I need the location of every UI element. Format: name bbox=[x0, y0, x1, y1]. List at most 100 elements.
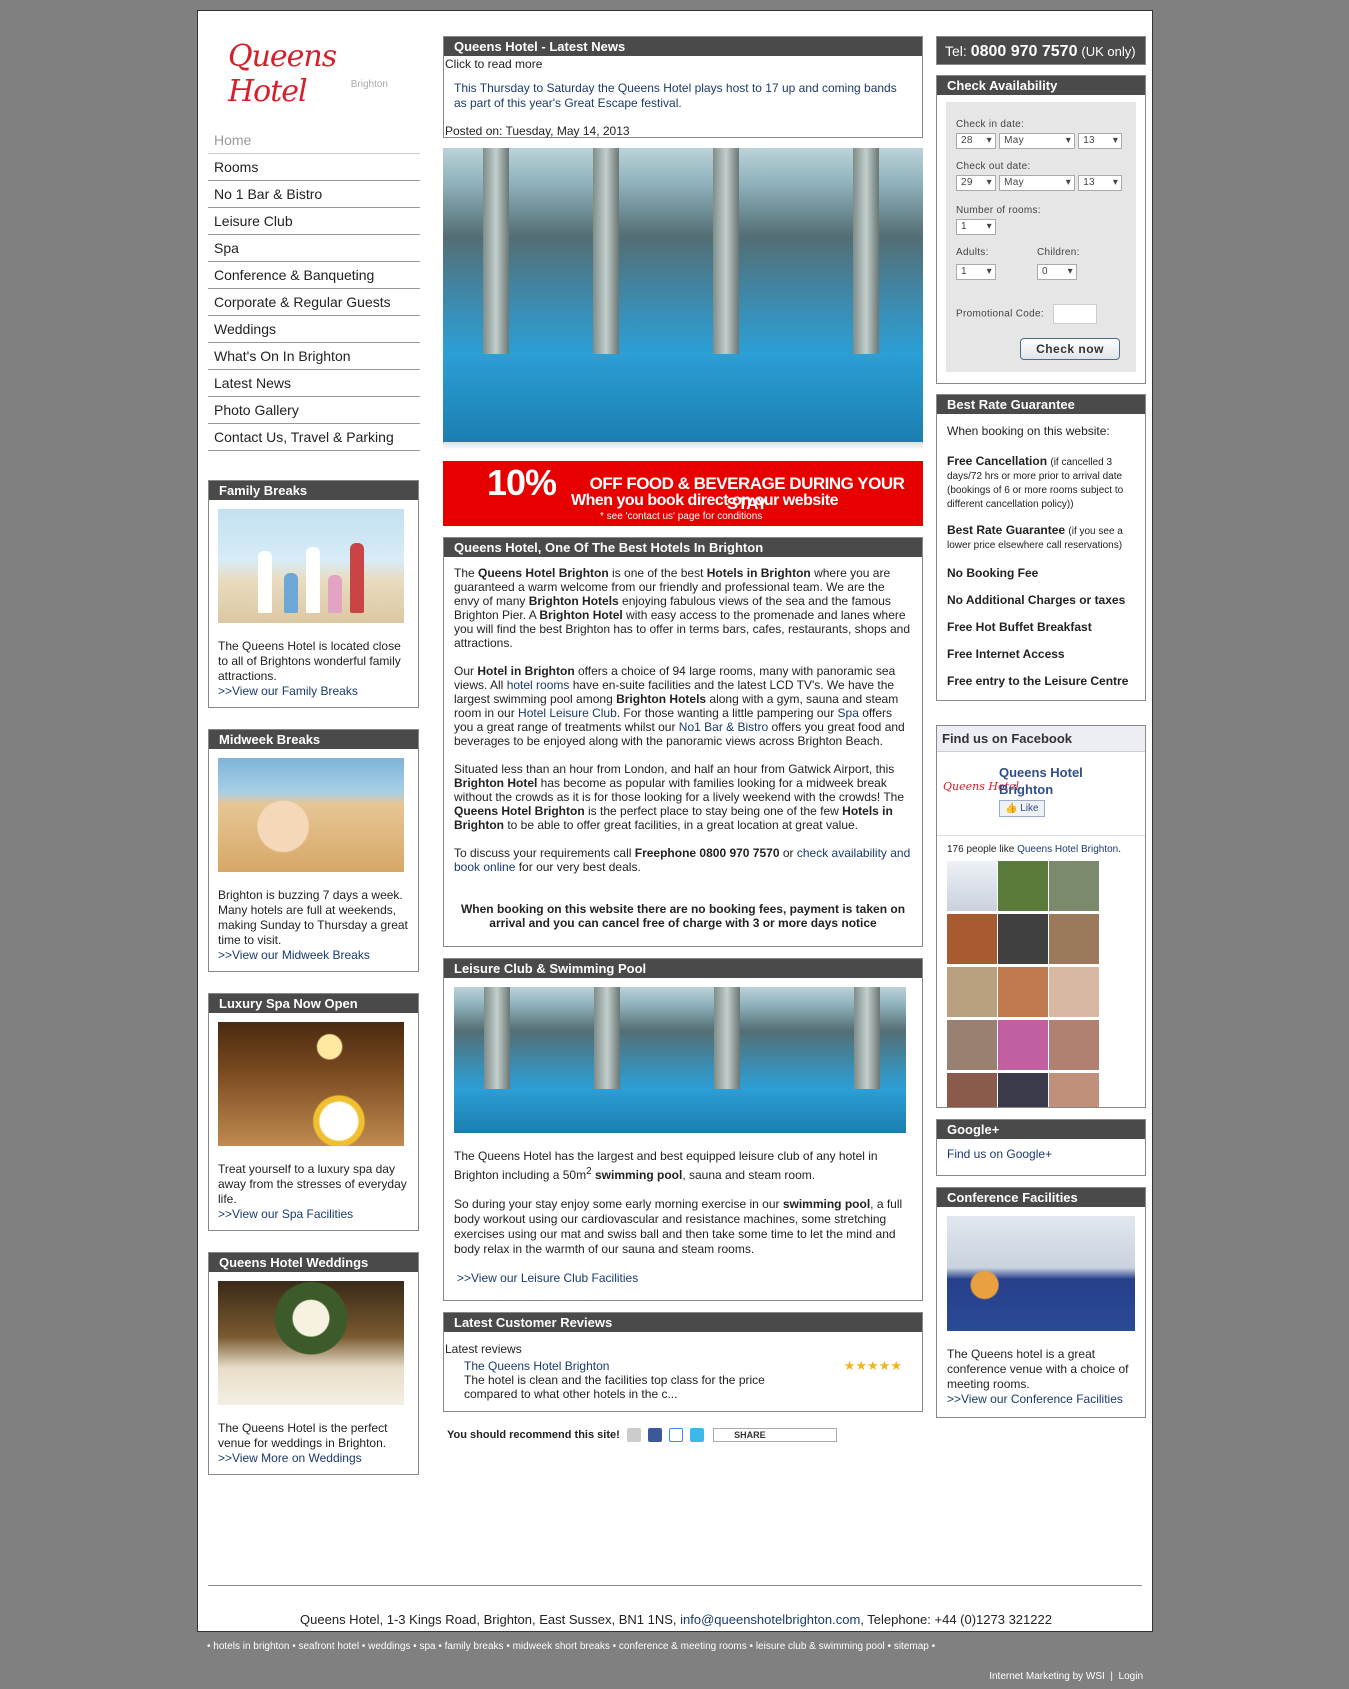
facebook-faces bbox=[937, 861, 1145, 1107]
fan-avatar[interactable] bbox=[947, 1020, 997, 1070]
fan-avatar[interactable] bbox=[947, 967, 997, 1017]
nav-leisure-club[interactable]: Leisure Club bbox=[208, 208, 420, 235]
spa-text: Treat yourself to a luxury spa day away … bbox=[218, 1162, 407, 1206]
nav-photo-gallery[interactable]: Photo Gallery bbox=[208, 397, 420, 424]
weddings-box: Queens Hotel Weddings The Queens Hotel i… bbox=[208, 1252, 419, 1475]
review-item: The Queens Hotel Brighton ★★★★★ The hote… bbox=[464, 1358, 922, 1402]
google-plus-link[interactable]: Find us on Google+ bbox=[947, 1147, 1052, 1161]
checkout-label: Check out date: bbox=[956, 161, 1031, 172]
weddings-title: Queens Hotel Weddings bbox=[209, 1253, 418, 1272]
review-name-link[interactable]: The Queens Hotel Brighton bbox=[464, 1359, 609, 1373]
check-now-button[interactable]: Check now bbox=[1020, 338, 1120, 360]
about-paragraph-4: To discuss your requirements call Freeph… bbox=[454, 846, 911, 874]
children-label: Children: bbox=[1037, 247, 1080, 258]
checkin-day-select[interactable]: 28 bbox=[956, 133, 996, 149]
spa-title: Luxury Spa Now Open bbox=[209, 994, 418, 1013]
footer-credits: Internet Marketing by WSI | Login bbox=[989, 1671, 1143, 1682]
footer-email-link[interactable]: info@queenshotelbrighton.com bbox=[680, 1612, 860, 1627]
spa-inline-link[interactable]: Spa bbox=[838, 706, 859, 720]
fan-avatar[interactable] bbox=[947, 914, 997, 964]
google-icon[interactable] bbox=[668, 1428, 683, 1442]
checkin-month-select[interactable]: May bbox=[999, 133, 1076, 149]
hotel-logo[interactable]: Queens Hotel Brighton bbox=[228, 39, 398, 109]
checkout-month-select[interactable]: May bbox=[999, 175, 1076, 191]
midweek-breaks-box: Midweek Breaks Brighton is buzzing 7 day… bbox=[208, 729, 419, 972]
fan-avatar[interactable] bbox=[998, 1020, 1048, 1070]
spa-link[interactable]: >>View our Spa Facilities bbox=[218, 1207, 353, 1221]
conference-link[interactable]: >>View our Conference Facilities bbox=[947, 1392, 1123, 1406]
click-to-read[interactable]: Click to read more bbox=[444, 56, 922, 71]
leisure-paragraph-2: So during your stay enjoy some early mor… bbox=[454, 1197, 903, 1256]
fan-avatar[interactable] bbox=[998, 914, 1048, 964]
facebook-title: Find us on Facebook bbox=[937, 726, 1145, 752]
nav-spa[interactable]: Spa bbox=[208, 235, 420, 262]
nav-contact[interactable]: Contact Us, Travel & Parking bbox=[208, 424, 420, 451]
fan-avatar[interactable] bbox=[998, 967, 1048, 1017]
hotel-rooms-link[interactable]: hotel rooms bbox=[507, 678, 570, 692]
footer-login-link[interactable]: Login bbox=[1119, 1671, 1143, 1682]
facebook-icon[interactable] bbox=[647, 1428, 662, 1442]
nav-corporate[interactable]: Corporate & Regular Guests bbox=[208, 289, 420, 316]
bar-bistro-link[interactable]: No1 Bar & Bistro bbox=[679, 720, 768, 734]
midweek-breaks-text: Brighton is buzzing 7 days a week. Many … bbox=[218, 888, 408, 947]
leisure-paragraph-1: The Queens Hotel has the largest and bes… bbox=[454, 1149, 878, 1182]
checkin-label: Check in date: bbox=[956, 119, 1025, 130]
facebook-box: Find us on Facebook Queens Hotel Queens … bbox=[936, 725, 1146, 1108]
leisure-club-link[interactable]: Hotel Leisure Club bbox=[518, 706, 617, 720]
checkout-day-select[interactable]: 29 bbox=[956, 175, 996, 191]
fan-avatar[interactable] bbox=[947, 1073, 997, 1107]
facebook-like-button[interactable]: 👍 Like bbox=[999, 800, 1045, 817]
about-title: Queens Hotel, One Of The Best Hotels In … bbox=[444, 538, 922, 557]
review-stars: ★★★★★ bbox=[843, 1358, 902, 1373]
logo-subtext: Brighton bbox=[350, 79, 388, 90]
promo-banner[interactable]: 10% OFF FOOD & BEVERAGE DURING YOUR STAY… bbox=[443, 461, 923, 526]
checkin-year-select[interactable]: 13 bbox=[1078, 133, 1123, 149]
weddings-link[interactable]: >>View More on Weddings bbox=[218, 1451, 362, 1465]
family-beach-image bbox=[218, 509, 404, 623]
nav-latest-news[interactable]: Latest News bbox=[208, 370, 420, 397]
checkout-year-select[interactable]: 13 bbox=[1078, 175, 1123, 191]
main-column: Queens Hotel - Latest News Click to read… bbox=[443, 36, 923, 1442]
conference-text: The Queens hotel is a great conference v… bbox=[947, 1347, 1129, 1391]
news-headline-link[interactable]: This Thursday to Saturday the Queens Hot… bbox=[444, 71, 922, 111]
share-button[interactable]: SHARE bbox=[713, 1428, 838, 1442]
children-select[interactable]: 0 bbox=[1037, 264, 1077, 280]
digg-icon[interactable] bbox=[626, 1428, 641, 1442]
adults-select[interactable]: 1 bbox=[956, 264, 996, 280]
footer-seo-links[interactable]: • hotels in brighton • seafront hotel • … bbox=[207, 1641, 935, 1652]
nav-whats-on[interactable]: What's On In Brighton bbox=[208, 343, 420, 370]
fan-avatar[interactable] bbox=[1049, 1020, 1099, 1070]
google-plus-title: Google+ bbox=[937, 1120, 1145, 1139]
nav-weddings[interactable]: Weddings bbox=[208, 316, 420, 343]
fan-avatar[interactable] bbox=[947, 861, 997, 911]
leisure-link[interactable]: >>View our Leisure Club Facilities bbox=[454, 1271, 912, 1286]
rooms-label: Number of rooms: bbox=[956, 205, 1041, 216]
midweek-breaks-link[interactable]: >>View our Midweek Breaks bbox=[218, 948, 370, 962]
recommend-bar: You should recommend this site! SHARE bbox=[443, 1428, 923, 1442]
nav-rooms[interactable]: Rooms bbox=[208, 154, 420, 181]
fan-avatar[interactable] bbox=[1049, 1073, 1099, 1107]
benefit-best-rate: Best Rate Guarantee (if you see a lower … bbox=[947, 523, 1123, 552]
fan-avatar[interactable] bbox=[998, 861, 1048, 911]
twitter-icon[interactable] bbox=[690, 1428, 705, 1442]
telephone-bar: Tel: 0800 970 7570 (UK only) bbox=[936, 36, 1146, 65]
promo-conditions: * see 'contact us' page for conditions bbox=[600, 511, 763, 522]
fan-avatar[interactable] bbox=[1049, 967, 1099, 1017]
footer-credit-link[interactable]: Internet Marketing by WSI bbox=[989, 1671, 1105, 1682]
nav-conference[interactable]: Conference & Banqueting bbox=[208, 262, 420, 289]
about-paragraph-1: The Queens Hotel Brighton is one of the … bbox=[454, 566, 911, 650]
reviews-label: Latest reviews bbox=[445, 1342, 522, 1356]
promo-code-input[interactable] bbox=[1053, 304, 1098, 324]
nav-bar-bistro[interactable]: No 1 Bar & Bistro bbox=[208, 181, 420, 208]
adults-label: Adults: bbox=[956, 247, 989, 258]
fan-avatar[interactable] bbox=[1049, 914, 1099, 964]
facebook-page-name[interactable]: Queens Hotel Brighton bbox=[999, 764, 1129, 798]
rooms-select[interactable]: 1 bbox=[956, 219, 996, 235]
family-breaks-link[interactable]: >>View our Family Breaks bbox=[218, 684, 358, 698]
telephone-number[interactable]: 0800 970 7570 bbox=[971, 43, 1078, 60]
fan-avatar[interactable] bbox=[1049, 861, 1099, 911]
nav-home[interactable]: Home bbox=[208, 127, 420, 154]
midweek-breaks-title: Midweek Breaks bbox=[209, 730, 418, 749]
benefit-no-charges: No Additional Charges or taxes bbox=[947, 593, 1126, 607]
fan-avatar[interactable] bbox=[998, 1073, 1048, 1107]
